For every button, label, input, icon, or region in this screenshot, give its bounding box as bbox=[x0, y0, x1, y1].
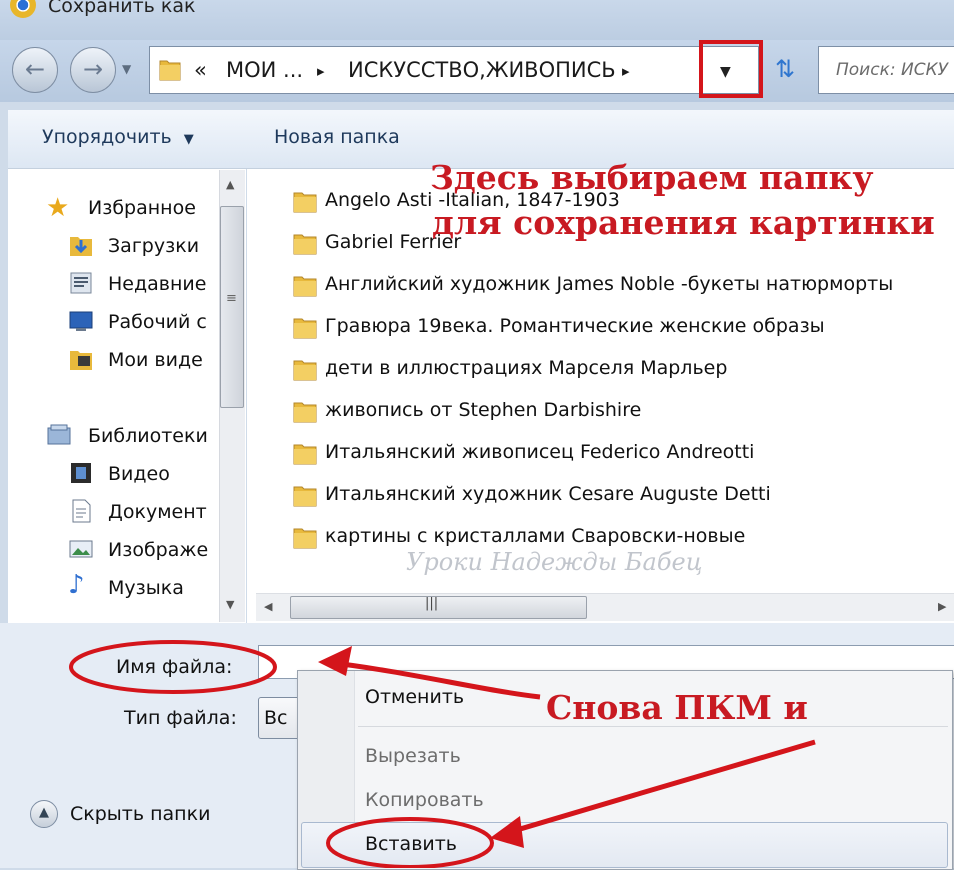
annotation-arrow-filename bbox=[325, 659, 541, 700]
annotation-ellipse-paste bbox=[326, 817, 494, 868]
annotation-overlay bbox=[69, 640, 816, 868]
annotation-arrowhead bbox=[318, 646, 352, 676]
annotation-ellipse-filename bbox=[69, 640, 277, 694]
annotation-arrowhead bbox=[490, 816, 524, 848]
annotation-arrow-paste bbox=[499, 739, 816, 838]
